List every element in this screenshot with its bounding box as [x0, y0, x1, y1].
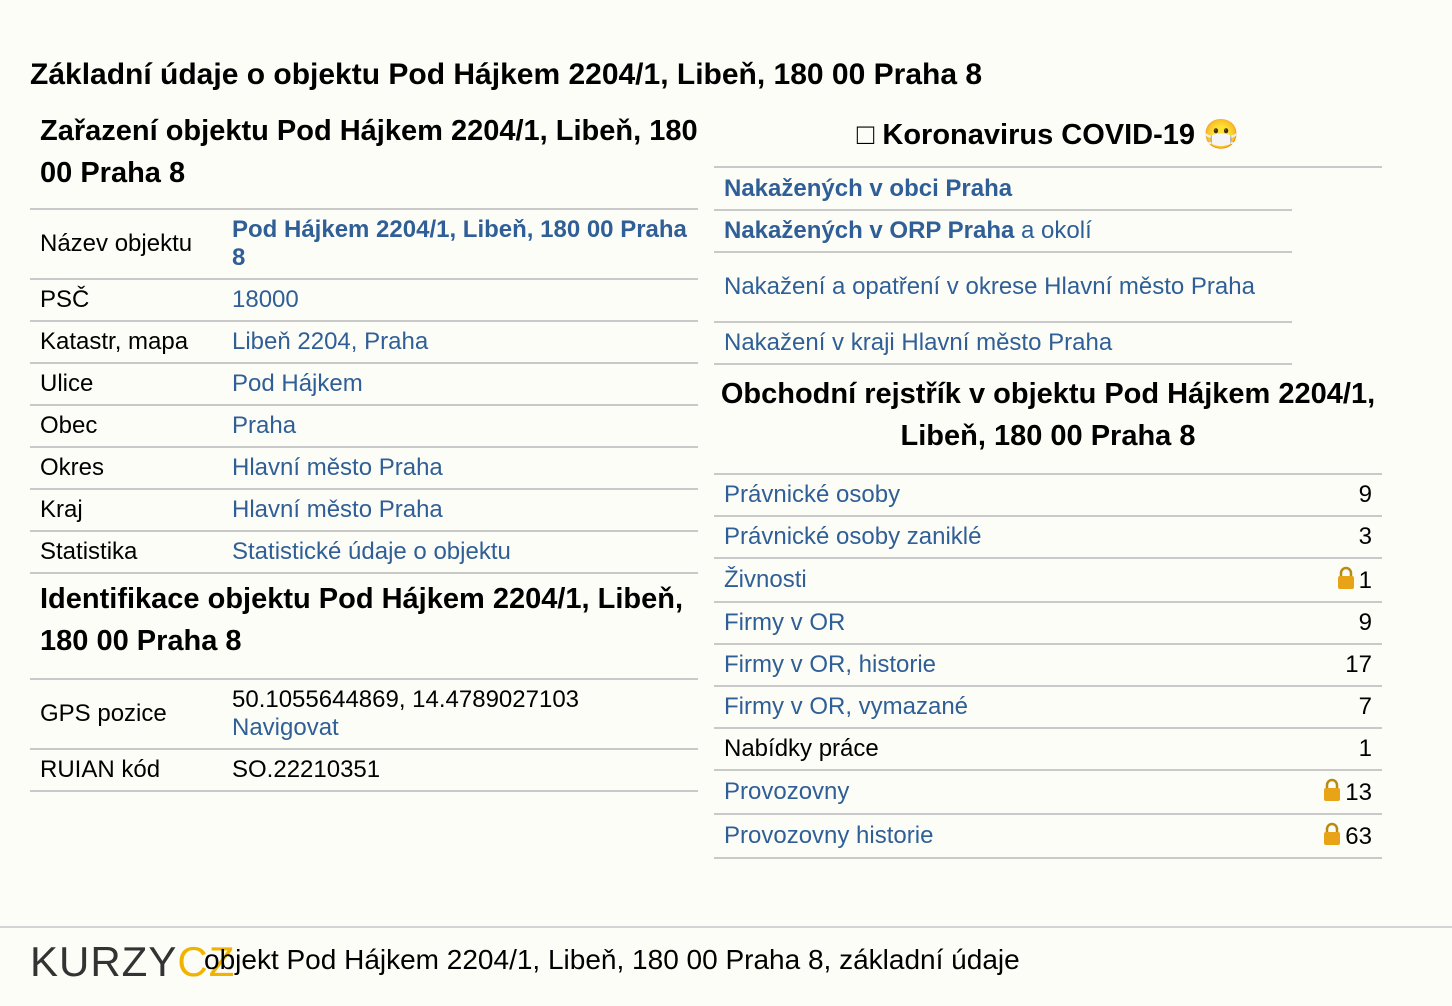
register-link[interactable]: Firmy v OR, vymazané: [724, 693, 968, 720]
register-link[interactable]: Právnické osoby zaniklé: [724, 523, 981, 550]
register-count: 13: [1345, 778, 1372, 806]
logo-kurzy: KURZY: [30, 938, 178, 985]
table-row: Živnosti 1: [714, 558, 1382, 603]
covid-link-municipality[interactable]: Nakažených v obci Praha: [724, 175, 1012, 202]
municipality-link[interactable]: Praha: [232, 412, 296, 439]
row-label: Statistika: [30, 531, 222, 574]
covid-link-orp-rest: a okolí: [1014, 217, 1092, 244]
row-label: Okres: [30, 447, 222, 490]
register-count: 1: [1249, 728, 1382, 771]
region-link[interactable]: Hlavní město Praha: [232, 496, 443, 523]
table-row: PSČ 18000: [30, 279, 698, 322]
lock-icon: [1324, 778, 1341, 801]
table-row: Nabídky práce 1: [714, 728, 1382, 771]
psc-link[interactable]: 18000: [232, 286, 299, 313]
table-row: Obec Praha: [30, 405, 698, 448]
footer: KURZYCZ objekt Pod Hájkem 2204/1, Libeň,…: [0, 926, 1452, 1006]
register-count: 17: [1249, 644, 1382, 687]
cadastre-link[interactable]: Libeň 2204, Praha: [232, 328, 428, 355]
navigate-link[interactable]: Navigovat: [232, 714, 339, 741]
row-label: Kraj: [30, 489, 222, 532]
row-label: Ulice: [30, 363, 222, 406]
covid-title: □ Koronavirus COVID-19 😷: [714, 110, 1382, 168]
table-row: Firmy v OR, historie 17: [714, 644, 1382, 687]
row-label: RUIAN kód: [30, 749, 222, 792]
covid-link-orp[interactable]: Nakažených v ORP Praha a okolí: [724, 217, 1092, 244]
right-column: □ Koronavirus COVID-19 😷 Nakažených v ob…: [714, 110, 1382, 859]
left-column: Zařazení objektu Pod Hájkem 2204/1, Libe…: [30, 110, 698, 792]
table-row: Statistika Statistické údaje o objektu: [30, 531, 698, 574]
box-icon: □: [856, 119, 875, 151]
classification-table: Název objektu Pod Hájkem 2204/1, Libeň, …: [30, 208, 698, 574]
register-count: 3: [1249, 516, 1382, 559]
register-label: Nabídky práce: [714, 728, 1250, 771]
row-label: Obec: [30, 405, 222, 448]
register-count: 9: [1249, 473, 1382, 517]
list-item: Nakažených v obci Praha: [714, 168, 1292, 211]
covid-link-orp-bold: Nakažených v ORP Praha: [724, 217, 1015, 244]
table-row: Právnické osoby 9: [714, 473, 1382, 517]
row-label: PSČ: [30, 279, 222, 322]
register-link[interactable]: Právnické osoby: [724, 481, 900, 508]
classification-title: Zařazení objektu Pod Hájkem 2204/1, Libe…: [40, 115, 698, 189]
list-item: Nakažení v kraji Hlavní město Praha: [714, 322, 1292, 365]
table-row: Firmy v OR 9: [714, 602, 1382, 645]
table-row: Právnické osoby zaniklé 3: [714, 516, 1382, 559]
register-count: 1: [1358, 566, 1372, 594]
table-row: Kraj Hlavní město Praha: [30, 489, 698, 532]
identification-title: Identifikace objektu Pod Hájkem 2204/1, …: [40, 583, 684, 657]
gps-coordinates: 50.1055644869, 14.4789027103: [232, 686, 580, 713]
register-count: 9: [1249, 602, 1382, 645]
row-label: Název objektu: [30, 208, 222, 280]
table-row: Ulice Pod Hájkem: [30, 363, 698, 406]
identification-table: GPS pozice 50.1055644869, 14.4789027103 …: [30, 678, 698, 792]
register-count: 63: [1345, 822, 1372, 850]
covid-links: Nakažených v obci Praha Nakažených v ORP…: [714, 168, 1292, 365]
statistics-link[interactable]: Statistické údaje o objektu: [232, 538, 511, 565]
register-title: Obchodní rejstřík v objektu Pod Hájkem 2…: [720, 378, 1376, 452]
table-row: GPS pozice 50.1055644869, 14.4789027103 …: [30, 678, 698, 750]
table-row: Název objektu Pod Hájkem 2204/1, Libeň, …: [30, 208, 698, 280]
footer-text: objekt Pod Hájkem 2204/1, Libeň, 180 00 …: [204, 944, 1020, 975]
street-link[interactable]: Pod Hájkem: [232, 370, 363, 397]
register-link[interactable]: Firmy v OR: [724, 609, 845, 636]
covid-link-region[interactable]: Nakažení v kraji Hlavní město Praha: [724, 329, 1112, 356]
register-link[interactable]: Firmy v OR, historie: [724, 651, 936, 678]
table-row: Katastr, mapa Libeň 2204, Praha: [30, 321, 698, 364]
register-table: Právnické osoby 9 Právnické osoby zanikl…: [714, 473, 1382, 859]
table-row: Okres Hlavní město Praha: [30, 447, 698, 490]
table-row: Provozovny 13: [714, 770, 1382, 815]
object-name-link[interactable]: Pod Hájkem 2204/1, Libeň, 180 00 Praha 8: [232, 216, 687, 271]
table-row: RUIAN kód SO.22210351: [30, 749, 698, 792]
page-title: Základní údaje o objektu Pod Hájkem 2204…: [30, 58, 983, 91]
table-row: Provozovny historie 63: [714, 814, 1382, 859]
lock-icon: [1324, 822, 1341, 845]
covid-title-text: Koronavirus COVID-19: [882, 119, 1196, 151]
register-count: 7: [1249, 686, 1382, 729]
row-label: GPS pozice: [30, 678, 222, 750]
district-link[interactable]: Hlavní město Praha: [232, 454, 443, 481]
list-item: Nakažených v ORP Praha a okolí: [714, 210, 1292, 253]
row-label: Katastr, mapa: [30, 321, 222, 364]
table-row: Firmy v OR, vymazané 7: [714, 686, 1382, 729]
covid-link-district[interactable]: Nakažení a opatření v okrese Hlavní měst…: [724, 273, 1282, 301]
register-link[interactable]: Provozovny: [724, 778, 849, 805]
lock-icon: [1337, 566, 1354, 589]
register-link[interactable]: Živnosti: [724, 566, 807, 593]
register-link[interactable]: Provozovny historie: [724, 822, 933, 849]
list-item: Nakažení a opatření v okrese Hlavní měst…: [714, 252, 1292, 323]
mask-face-icon: 😷: [1203, 119, 1240, 151]
ruian-code: SO.22210351: [222, 749, 698, 792]
